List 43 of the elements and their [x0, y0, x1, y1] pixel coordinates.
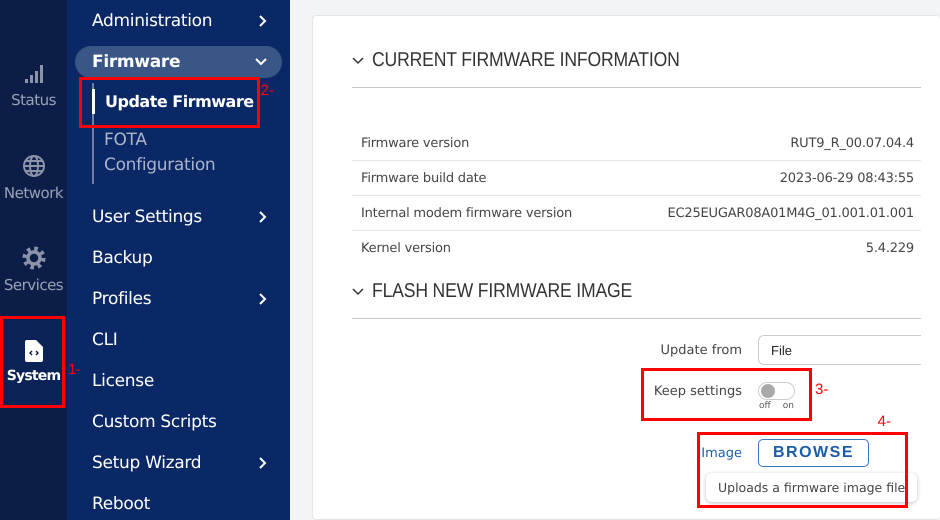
nav-rail-item[interactable]: Network	[0, 132, 67, 224]
info-label: Internal modem firmware version	[361, 206, 572, 220]
update-source-select[interactable]: File	[758, 335, 921, 365]
info-label: Firmware build date	[361, 170, 486, 186]
field-label: Keep settings	[652, 383, 742, 399]
tooltip: Uploads a firmware image file	[706, 473, 918, 502]
chevron-icon[interactable]	[352, 288, 364, 296]
info-value: EC25EUGAR08A01M4G_01.001.01.001	[667, 206, 914, 220]
nav-rail-item[interactable]: Services	[0, 224, 67, 316]
menu-item[interactable]: Reboot	[75, 483, 282, 520]
globe-icon	[22, 154, 46, 178]
section-title: CURRENT FIRMWARE INFORMATION	[372, 49, 680, 72]
info-value: RUT9_R_00.07.04.4	[790, 136, 914, 150]
toggle-on-label: on	[782, 401, 794, 411]
signal-bars-icon	[22, 63, 44, 85]
toggle-off-label: off	[759, 401, 771, 411]
menu-item[interactable]: Profiles	[75, 278, 282, 319]
nav-rail-item[interactable]: Status	[0, 40, 67, 132]
info-label: Kernel version	[361, 240, 451, 256]
field-label: Update from	[660, 342, 742, 358]
annotation-number: 4-	[878, 413, 891, 430]
menu-item[interactable]: Setup Wizard	[75, 442, 282, 483]
menu-item[interactable]: CLI	[75, 319, 282, 360]
chevron-icon[interactable]	[352, 56, 364, 64]
toggle-switch[interactable]	[758, 382, 795, 400]
submenu-item[interactable]: FOTA Configuration	[94, 122, 254, 184]
submenu-item[interactable]: Update Firmware	[92, 89, 254, 114]
menu-item[interactable]: User Settings	[75, 196, 282, 237]
field-label: Image	[700, 446, 742, 460]
annotation-number: 2-	[260, 82, 274, 99]
section-title: FLASH NEW FIRMWARE IMAGE	[372, 280, 632, 303]
menu-item[interactable]: Firmware	[75, 46, 282, 78]
annotation-number: 3-	[815, 381, 828, 398]
annotation-number: 1-	[68, 361, 80, 378]
browse-button[interactable]: BROWSE	[758, 439, 869, 467]
document-icon	[24, 340, 42, 362]
info-value: 5.4.229	[866, 240, 914, 256]
gear-icon	[22, 246, 46, 270]
menu-item[interactable]: Custom Scripts	[75, 401, 282, 442]
menu-item[interactable]: Backup	[75, 237, 282, 278]
info-value: 2023-06-29 08:43:55	[780, 170, 914, 186]
info-label: Firmware version	[361, 136, 470, 150]
menu-item[interactable]: Administration	[75, 0, 282, 41]
